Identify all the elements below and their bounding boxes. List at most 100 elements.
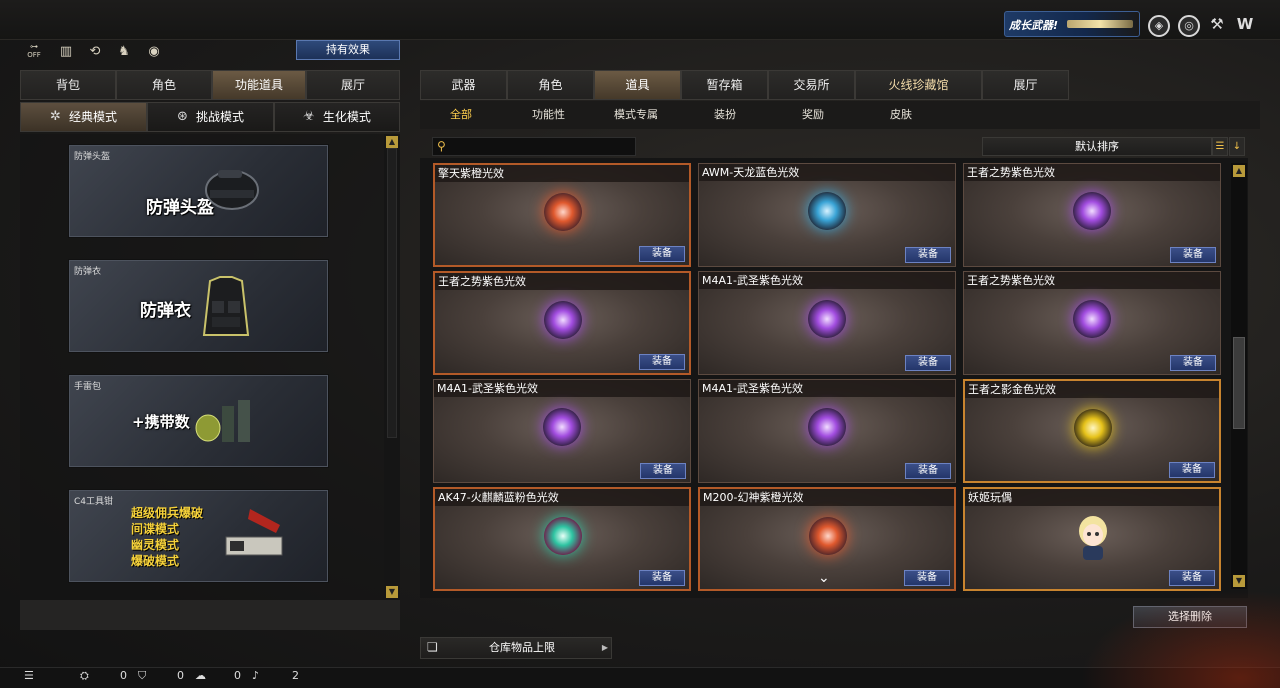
search-icon: ⚲: [437, 139, 446, 153]
speaker-icon[interactable]: ♪: [252, 669, 259, 682]
chevron-down-icon[interactable]: ⌄: [818, 570, 830, 586]
shield-icon[interactable]: ◈: [1148, 15, 1170, 37]
item-title: M200-幻神紫橙光效: [700, 489, 954, 506]
equip-button[interactable]: 装备: [905, 247, 951, 263]
tab-collection[interactable]: 火线珍藏馆: [855, 70, 982, 100]
sort-direction-icon[interactable]: ↓: [1229, 137, 1245, 156]
tab-items[interactable]: 道具: [594, 70, 681, 100]
grid-scroll-thumb[interactable]: [1233, 337, 1245, 429]
equip-button[interactable]: 装备: [904, 570, 950, 586]
c4-mode-line: 间谍模式: [131, 522, 180, 536]
mode-challenge[interactable]: ⊛ 挑战模式: [147, 102, 274, 132]
filter-mode-exclusive[interactable]: 模式专属: [614, 101, 658, 129]
grid-scroll-up-icon[interactable]: ▲: [1233, 165, 1245, 177]
c4-modes-list: 超级佣兵爆破 间谍模式 幽灵模式 爆破模式: [131, 505, 203, 569]
tab-right-showroom[interactable]: 展厅: [982, 70, 1069, 100]
c4-mode-line: 幽灵模式: [131, 538, 180, 552]
c4-tool-card[interactable]: C4工具钳 超级佣兵爆破 间谍模式 幽灵模式 爆破模式: [69, 490, 328, 582]
vest-card[interactable]: 防弹衣 防弹衣: [69, 260, 328, 352]
item-card[interactable]: 王者之势紫色光效 装备: [963, 163, 1221, 267]
search-input[interactable]: ⚲: [432, 137, 636, 156]
hold-effect-button[interactable]: 持有效果: [296, 40, 400, 60]
storage-limit-bar[interactable]: ❏ 仓库物品上限 ▶: [420, 637, 612, 659]
mode-classic[interactable]: ✲ 经典模式: [20, 102, 147, 132]
right-tabs: 武器 角色 道具 暂存箱 交易所 火线珍藏馆 展厅: [420, 70, 1069, 100]
grenade-pack-card[interactable]: 手雷包 +携带数: [69, 375, 328, 467]
rifle-icon: [1067, 20, 1133, 28]
item-title: 王者之影金色光效: [965, 381, 1219, 398]
c4-mode-line: 超级佣兵爆破: [131, 506, 204, 520]
equip-button[interactable]: 装备: [1169, 570, 1215, 586]
left-scroll-thumb[interactable]: [387, 148, 397, 438]
item-card[interactable]: 王者之势紫色光效 装备: [433, 271, 691, 375]
vest-title: 防弹衣: [140, 301, 191, 321]
equip-button[interactable]: 装备: [1170, 247, 1216, 263]
item-card[interactable]: 王者之影金色光效装备: [963, 379, 1221, 483]
helmet-card[interactable]: 防弹头盔 防弹头盔: [69, 145, 328, 237]
item-card[interactable]: AWM-天龙蓝色光效 装备: [698, 163, 956, 267]
list-view-icon[interactable]: ☰: [1212, 137, 1228, 156]
item-card[interactable]: AK47-火麒麟蓝粉色光效装备: [433, 487, 691, 591]
tab-weapons[interactable]: 武器: [420, 70, 507, 100]
refresh-icon[interactable]: ⟲: [85, 43, 105, 61]
item-card[interactable]: 妖姬玩偶 装备: [963, 487, 1221, 591]
filter-reward[interactable]: 奖励: [802, 101, 824, 129]
stats-icon[interactable]: ▥: [56, 43, 76, 61]
equip-button[interactable]: 装备: [639, 570, 685, 586]
chat-icon: ☁: [195, 669, 206, 682]
shield-status-icon: ⛉: [138, 669, 147, 682]
status-count: 2: [292, 669, 299, 682]
grenade-caption: 手雷包: [74, 382, 102, 392]
light-effect-orb-icon: [808, 192, 846, 230]
left-scrollbar[interactable]: ▲ ▼: [384, 134, 400, 600]
item-card[interactable]: M4A1-武圣紫色光效 装备: [698, 379, 956, 483]
filter-functional[interactable]: 功能性: [532, 101, 565, 129]
brand-icon[interactable]: W: [1234, 15, 1256, 37]
mode-classic-label: 经典模式: [68, 110, 117, 124]
character-icon[interactable]: ♞: [114, 43, 134, 61]
tab-temp-box[interactable]: 暂存箱: [681, 70, 768, 100]
storage-limit-label: 仓库物品上限: [489, 641, 555, 654]
item-title: 王者之势紫色光效: [964, 272, 1220, 289]
status-count: 0: [177, 669, 184, 682]
tab-showroom[interactable]: 展厅: [306, 70, 400, 100]
equip-button[interactable]: 装备: [639, 246, 685, 262]
item-title: M4A1-武圣紫色光效: [699, 272, 955, 289]
equip-button[interactable]: 装备: [1169, 462, 1215, 478]
item-card[interactable]: 王者之势紫色光效装备: [963, 271, 1221, 375]
left-item-panel: 防弹头盔 防弹头盔 防弹衣 防弹衣 手雷包 +携带数 C4工具钳 超级佣兵爆破 …: [20, 134, 400, 600]
tab-backpack[interactable]: 背包: [20, 70, 116, 100]
wrench-icon[interactable]: ⚒: [1206, 15, 1228, 37]
growth-weapon-banner[interactable]: 成长武器!: [1004, 11, 1140, 37]
filter-costume[interactable]: 装扮: [714, 101, 736, 129]
scroll-up-icon[interactable]: ▲: [386, 136, 398, 148]
egg-icon[interactable]: ◉: [144, 43, 164, 61]
item-card[interactable]: M4A1-武圣紫色光效 装备: [433, 379, 691, 483]
tab-exchange[interactable]: 交易所: [768, 70, 855, 100]
filter-all[interactable]: 全部: [450, 101, 472, 129]
sort-dropdown[interactable]: 默认排序: [982, 137, 1212, 156]
grid-scroll-down-icon[interactable]: ▼: [1233, 575, 1245, 587]
list-icon[interactable]: ☰: [24, 669, 34, 682]
tab-function-items[interactable]: 功能道具: [212, 70, 306, 100]
helmet-icon: [205, 170, 259, 210]
sound-toggle-icon[interactable]: ⊶ OFF: [24, 43, 44, 61]
tab-character[interactable]: 角色: [116, 70, 212, 100]
equip-button[interactable]: 装备: [905, 355, 951, 371]
filter-skin[interactable]: 皮肤: [890, 101, 912, 129]
grid-scrollbar[interactable]: ▲ ▼: [1231, 163, 1247, 589]
globe-icon[interactable]: ◎: [1178, 15, 1200, 37]
light-effect-orb-icon: [1073, 300, 1111, 338]
mode-challenge-label: 挑战模式: [195, 110, 244, 124]
equip-button[interactable]: 装备: [1170, 355, 1216, 371]
item-title: AK47-火麒麟蓝粉色光效: [435, 489, 689, 506]
equip-button[interactable]: 装备: [905, 463, 951, 479]
item-card[interactable]: 擎天紫橙光效 装备: [433, 163, 691, 267]
scroll-down-icon[interactable]: ▼: [386, 586, 398, 598]
mode-biochem[interactable]: ☣ 生化模式: [274, 102, 400, 132]
select-delete-button[interactable]: 选择删除: [1133, 606, 1247, 628]
equip-button[interactable]: 装备: [640, 463, 686, 479]
equip-button[interactable]: 装备: [639, 354, 685, 370]
item-card[interactable]: M4A1-武圣紫色光效装备: [698, 271, 956, 375]
tab-roles[interactable]: 角色: [507, 70, 594, 100]
